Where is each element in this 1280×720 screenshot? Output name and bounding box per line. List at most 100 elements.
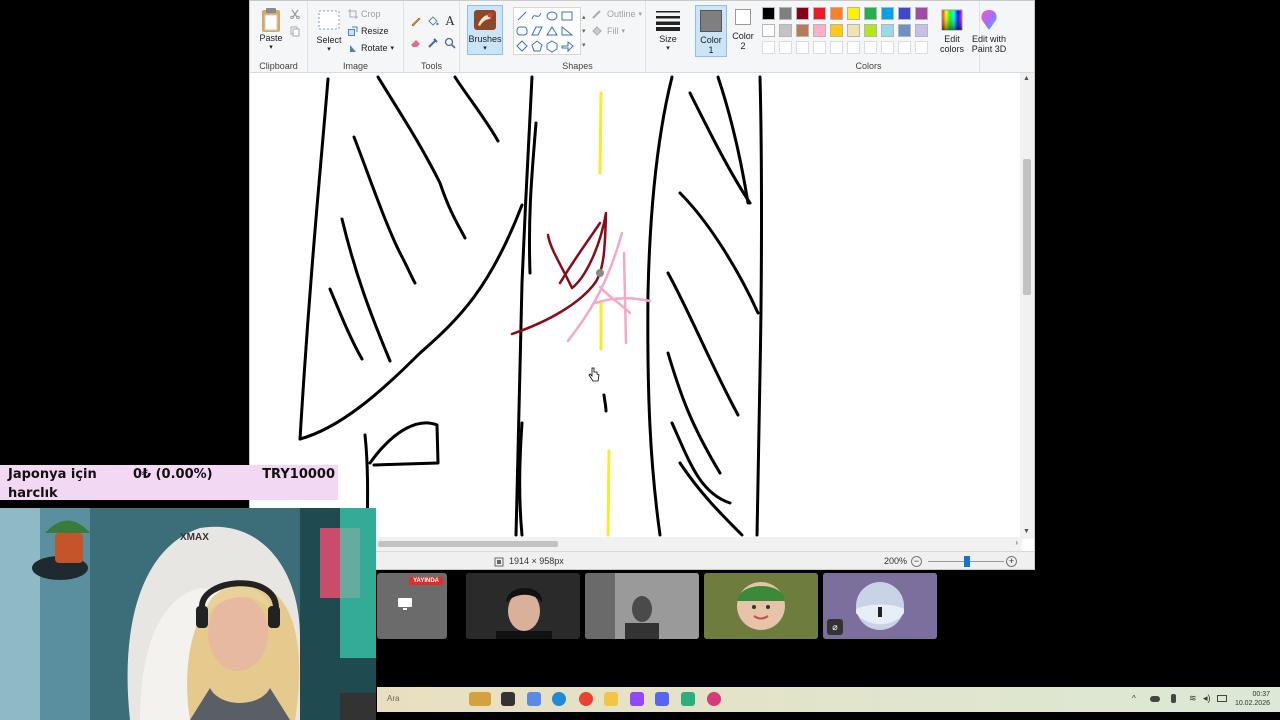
zoom-in-button[interactable]: + — [1006, 556, 1017, 567]
edge-icon[interactable] — [552, 692, 566, 706]
clock[interactable]: 00:37 10.02.2026 — [1235, 690, 1270, 708]
scroll-down-icon[interactable]: ▼ — [1023, 528, 1030, 535]
volume-icon[interactable]: ◂) — [1203, 693, 1211, 704]
eraser-tool[interactable] — [408, 35, 424, 51]
zoom-slider[interactable] — [928, 556, 1004, 567]
shapes-scroll[interactable]: ▴ ▾ ▾ — [582, 11, 586, 53]
custom-color-slot[interactable] — [881, 41, 894, 54]
edit-with-paint3d-button[interactable]: Edit with Paint 3D — [966, 9, 1012, 54]
mic-icon[interactable] — [1171, 694, 1176, 703]
magnifier-icon — [444, 37, 456, 49]
wifi-icon[interactable]: ≋ — [1189, 693, 1197, 704]
file-explorer-icon[interactable] — [604, 692, 618, 706]
size-icon — [656, 11, 680, 31]
onedrive-icon[interactable] — [1150, 696, 1160, 702]
palette-swatch[interactable] — [847, 7, 860, 20]
dimensions-icon — [494, 557, 504, 567]
custom-color-slot[interactable] — [779, 41, 792, 54]
eraser-icon — [411, 40, 420, 47]
palette-swatch[interactable] — [796, 7, 809, 20]
rotate-button[interactable]: Rotate ▾ — [348, 43, 394, 53]
palette-swatch[interactable] — [881, 7, 894, 20]
select-label: Select — [316, 35, 342, 45]
paste-icon — [262, 8, 280, 32]
webcam-image: XMAX — [0, 508, 376, 720]
brushes-label: Brushes — [468, 34, 502, 44]
custom-color-slot[interactable] — [796, 41, 809, 54]
vertical-scrollbar[interactable]: ▲ ▼ — [1020, 73, 1034, 539]
zoom-out-button[interactable]: − — [911, 556, 922, 567]
edit-with-paint3d-label: Edit with Paint 3D — [971, 34, 1007, 54]
obs-icon[interactable] — [681, 692, 695, 706]
palette-swatch[interactable] — [830, 24, 843, 37]
fill-button[interactable]: Fill ▾ — [592, 26, 625, 36]
clock-time: 00:37 — [1252, 691, 1270, 698]
magnifier-tool[interactable] — [442, 35, 458, 51]
screen-share-icon — [398, 598, 412, 610]
custom-color-slot[interactable] — [813, 41, 826, 54]
palette-swatch[interactable] — [796, 24, 809, 37]
color1-button[interactable]: Color 1 — [695, 5, 727, 57]
custom-color-slot[interactable] — [847, 41, 860, 54]
widgets-icon[interactable] — [469, 692, 491, 706]
palette-swatch[interactable] — [779, 7, 792, 20]
text-tool[interactable]: A — [442, 13, 458, 29]
fill-tool[interactable] — [425, 13, 441, 29]
scroll-right-icon[interactable]: › — [1015, 538, 1018, 547]
battery-icon[interactable] — [1217, 695, 1227, 702]
search-box[interactable]: Ara — [381, 693, 467, 706]
palette-swatch[interactable] — [830, 7, 843, 20]
brushes-button[interactable]: Brushes ▾ — [467, 5, 503, 55]
size-button[interactable]: Size ▾ — [652, 9, 684, 54]
shapes-gallery-icon — [516, 11, 574, 53]
vertical-scroll-thumb[interactable] — [1023, 159, 1031, 295]
custom-color-slot[interactable] — [898, 41, 911, 54]
screen-share-tile[interactable]: YAYINDA — [377, 573, 447, 639]
palette-swatch[interactable] — [864, 24, 877, 37]
pencil-tool[interactable] — [408, 13, 424, 29]
palette-swatch[interactable] — [898, 7, 911, 20]
palette-swatch[interactable] — [915, 24, 928, 37]
participant-tile-4[interactable]: ⌀ — [823, 573, 937, 639]
custom-color-slot[interactable] — [830, 41, 843, 54]
zoom-slider-thumb[interactable] — [964, 556, 970, 567]
twitch-icon[interactable] — [630, 692, 644, 706]
copilot-icon[interactable] — [527, 692, 541, 706]
palette-swatch[interactable] — [779, 24, 792, 37]
chrome-profile-icon[interactable] — [707, 692, 721, 706]
palette-swatch[interactable] — [898, 24, 911, 37]
select-button[interactable]: Select ▾ — [314, 9, 344, 55]
custom-color-slot[interactable] — [915, 41, 928, 54]
discord-icon[interactable] — [655, 692, 669, 706]
copy-icon[interactable] — [290, 26, 300, 37]
crop-button[interactable]: Crop — [348, 9, 381, 19]
shapes-gallery[interactable] — [513, 7, 581, 55]
palette-swatch[interactable] — [762, 24, 775, 37]
outline-button[interactable]: Outline ▾ — [592, 9, 642, 19]
palette-swatch[interactable] — [762, 7, 775, 20]
drawing-canvas[interactable] — [250, 73, 1034, 539]
paste-button[interactable]: Paste ▾ — [256, 7, 286, 53]
custom-color-slot[interactable] — [762, 41, 775, 54]
palette-swatch[interactable] — [864, 7, 877, 20]
palette-swatch[interactable] — [813, 7, 826, 20]
palette-swatch[interactable] — [881, 24, 894, 37]
participant-tile-1[interactable] — [466, 573, 580, 639]
color-picker-tool[interactable] — [425, 35, 441, 51]
chrome-icon[interactable] — [579, 692, 593, 706]
clipboard-group: Paste ▾ Clipboard — [250, 1, 308, 73]
colors-group-label: Colors — [855, 61, 882, 71]
participant-tile-2[interactable] — [585, 573, 699, 639]
custom-color-slot[interactable] — [864, 41, 877, 54]
tray-overflow-icon[interactable]: ^ — [1132, 694, 1136, 703]
palette-swatch[interactable] — [915, 7, 928, 20]
participant-tile-3[interactable] — [704, 573, 818, 639]
color2-button[interactable]: Color 2 — [730, 9, 756, 51]
cut-icon[interactable] — [290, 9, 300, 19]
palette-swatch[interactable] — [813, 24, 826, 37]
palette-swatch[interactable] — [847, 24, 860, 37]
task-view-icon[interactable] — [501, 692, 515, 706]
horizontal-scroll-thumb[interactable] — [378, 541, 558, 547]
resize-button[interactable]: Resize — [348, 26, 389, 36]
scroll-up-icon[interactable]: ▲ — [1023, 75, 1030, 82]
